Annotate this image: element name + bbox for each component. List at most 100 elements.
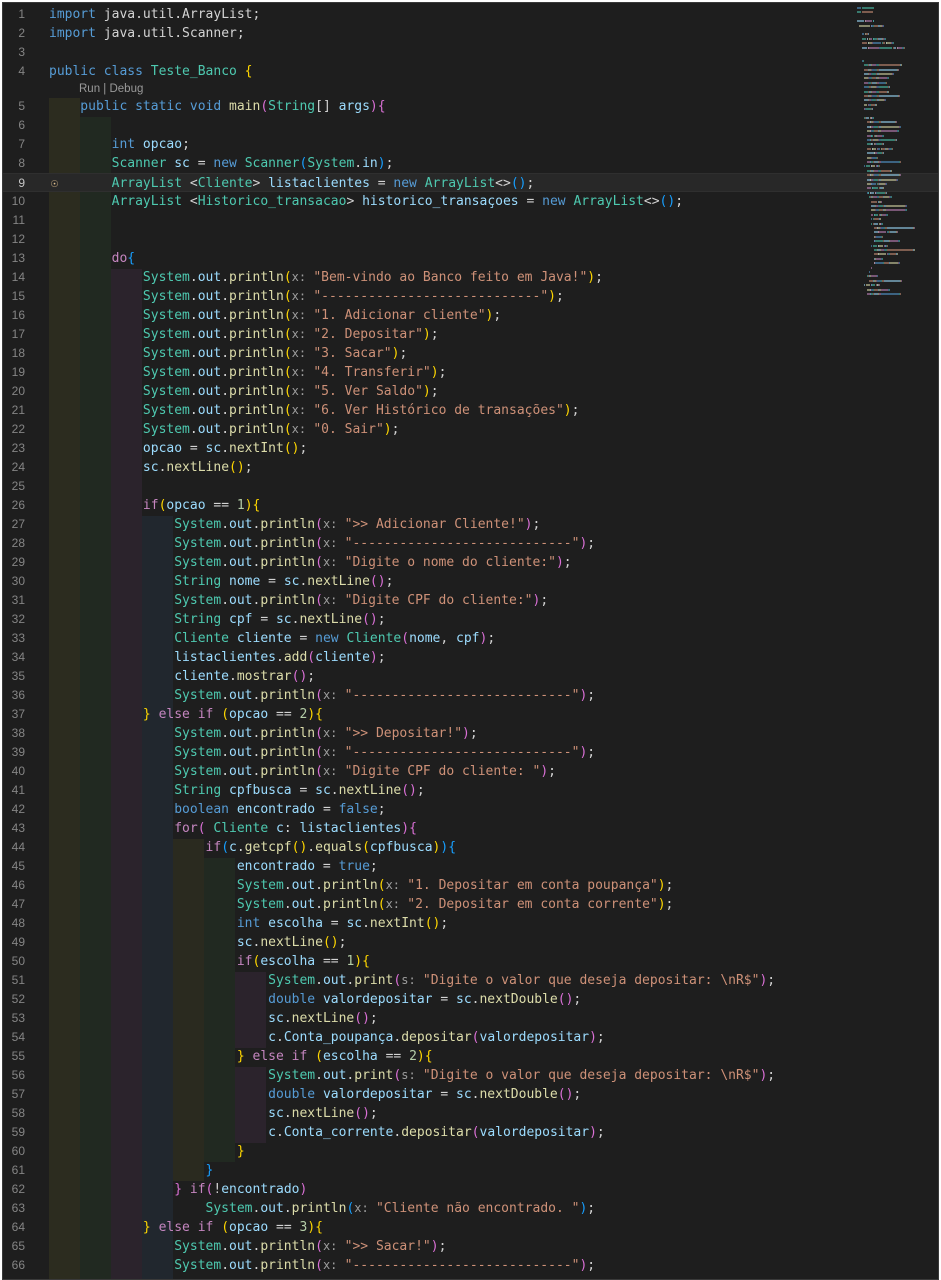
code-line[interactable]: 49 sc.nextLine(); <box>3 933 938 952</box>
code-line[interactable]: 19 System.out.println(x: "4. Transferir"… <box>3 363 938 382</box>
code-line[interactable]: 66 System.out.println(x: "--------------… <box>3 1256 938 1275</box>
code-line[interactable]: 36 System.out.println(x: "--------------… <box>3 686 938 705</box>
code-line[interactable]: 14 System.out.println(x: "Bem-vindo ao B… <box>3 268 938 287</box>
code-token: Scanner <box>49 156 167 171</box>
code-line[interactable]: 28 System.out.println(x: "--------------… <box>3 534 938 553</box>
code-line[interactable]: 59 c.Conta_corrente.depositar(valordepos… <box>3 1123 938 1142</box>
code-token: cliente <box>236 631 292 646</box>
code-line[interactable]: 42 boolean encontrado = false; <box>3 800 938 819</box>
code-line[interactable]: 10 ArrayList <Historico_transacao> histo… <box>3 192 938 211</box>
code-line[interactable]: 13 do{ <box>3 249 938 268</box>
minimap-stroke <box>863 59 864 62</box>
code-line[interactable]: 21 System.out.println(x: "6. Ver Históri… <box>3 401 938 420</box>
code-line[interactable]: 40 System.out.println(x: "Digite CPF do … <box>3 762 938 781</box>
code-token: = <box>182 441 206 456</box>
code-line[interactable]: 60 } <box>3 1142 938 1161</box>
code-line[interactable]: 34 listaclientes.add(cliente); <box>3 648 938 667</box>
code-line[interactable]: 35 cliente.mostrar(); <box>3 667 938 686</box>
code-line[interactable]: 9 ☉ ArrayList <Cliente> listaclientes = n… <box>3 173 938 192</box>
minimap-stroke <box>878 147 880 150</box>
codelens-run-debug[interactable]: Run | Debug <box>79 81 143 97</box>
code-line[interactable]: 22 System.out.println(x: "0. Sair"); <box>3 420 938 439</box>
code-line[interactable]: 46 System.out.println(x: "1. Depositar e… <box>3 876 938 895</box>
code-line[interactable]: 38 System.out.println(x: ">> Depositar!"… <box>3 724 938 743</box>
code-line[interactable]: 17 System.out.println(x: "2. Depositar")… <box>3 325 938 344</box>
code-token: ; <box>377 802 386 817</box>
code-token: ( <box>377 897 386 912</box>
line-number: 5 <box>18 99 25 113</box>
code-line[interactable]: 23 opcao = sc.nextInt(); <box>3 439 938 458</box>
code-line[interactable]: 52 double valordepositar = sc.nextDouble… <box>3 990 938 1009</box>
line-number: 8 <box>18 156 25 170</box>
code-line[interactable]: 7 int opcao; <box>3 135 938 154</box>
code-line[interactable]: 48 int escolha = sc.nextInt(); <box>3 914 938 933</box>
code-line[interactable]: 39 System.out.println(x: "--------------… <box>3 743 938 762</box>
code-line[interactable]: 2 import java.util.Scanner; <box>3 24 938 43</box>
code-line[interactable]: 62 } if(!encontrado) <box>3 1180 938 1199</box>
minimap-stroke <box>871 134 873 137</box>
code-editor[interactable]: Run | Debug 1 import java.util.ArrayList;… <box>3 3 938 1279</box>
code-token: ) <box>307 707 316 722</box>
code-line[interactable]: 25 <box>3 477 938 496</box>
code-line[interactable]: 61 } <box>3 1161 938 1180</box>
code-line[interactable]: 30 String nome = sc.nextLine(); <box>3 572 938 591</box>
code-line[interactable]: 57 double valordepositar = sc.nextDouble… <box>3 1085 938 1104</box>
code-line[interactable]: 56 System.out.print(s: "Digite o valor q… <box>3 1066 938 1085</box>
code-line[interactable]: 11 <box>3 211 938 230</box>
code-line[interactable]: 47 System.out.println(x: "2. Depositar e… <box>3 895 938 914</box>
code-token: Cliente <box>49 631 230 646</box>
code-line[interactable]: 31 System.out.println(x: "Digite CPF do … <box>3 591 938 610</box>
code-text: import java.util.Scanner; <box>49 24 245 43</box>
code-line[interactable]: 44 if(c.getcpf().equals(cpfbusca)){ <box>3 838 938 857</box>
code-line[interactable]: 58 sc.nextLine(); <box>3 1104 938 1123</box>
code-token: () <box>229 460 245 475</box>
minimap[interactable] <box>855 3 938 333</box>
code-line[interactable]: 24 sc.nextLine(); <box>3 458 938 477</box>
code-line[interactable]: 20 System.out.println(x: "5. Ver Saldo")… <box>3 382 938 401</box>
code-line[interactable]: 50 if(escolha == 1){ <box>3 952 938 971</box>
code-token: out <box>197 327 222 342</box>
code-line[interactable]: 43 for( Cliente c: listaclientes){ <box>3 819 938 838</box>
code-token: ( <box>221 707 230 722</box>
code-line[interactable]: 45 encontrado = true; <box>3 857 938 876</box>
code-token: encontrado <box>221 1182 300 1197</box>
code-line[interactable]: 3 <box>3 43 938 62</box>
code-line[interactable]: 37 } else if (opcao == 2){ <box>3 705 938 724</box>
code-line[interactable]: 33 Cliente cliente = new Cliente(nome, c… <box>3 629 938 648</box>
code-line[interactable]: 51 System.out.print(s: "Digite o valor q… <box>3 971 938 990</box>
line-number: 31 <box>11 593 25 607</box>
code-line[interactable]: 65 System.out.println(x: ">> Sacar!"); <box>3 1237 938 1256</box>
code-token: . <box>221 403 230 418</box>
code-token: println <box>260 555 316 570</box>
code-line[interactable]: 27 System.out.println(x: ">> Adicionar C… <box>3 515 938 534</box>
code-line[interactable]: 32 String cpf = sc.nextLine(); <box>3 610 938 629</box>
code-token: ) <box>657 897 666 912</box>
code-line[interactable]: 18 System.out.println(x: "3. Sacar"); <box>3 344 938 363</box>
code-token: out <box>197 308 222 323</box>
code-line[interactable]: 41 String cpfbusca = sc.nextLine(); <box>3 781 938 800</box>
code-line[interactable]: 54 c.Conta_poupança.depositar(valordepos… <box>3 1028 938 1047</box>
code-line[interactable]: 4 public class Teste_Banco { <box>3 62 938 81</box>
code-line[interactable]: 64 } else if (opcao == 3){ <box>3 1218 938 1237</box>
code-line[interactable]: 15 System.out.println(x: "--------------… <box>3 287 938 306</box>
code-line[interactable]: 53 sc.nextLine(); <box>3 1009 938 1028</box>
minimap-stroke <box>866 117 869 119</box>
line-number: 47 <box>11 897 25 911</box>
code-token: x: <box>291 422 314 436</box>
code-line[interactable]: 55 } else if (escolha == 2){ <box>3 1047 938 1066</box>
code-text: boolean encontrado = false; <box>49 800 386 819</box>
code-token: 1 <box>236 498 245 513</box>
code-line[interactable]: 12 <box>3 230 938 249</box>
code-line[interactable]: 63 System.out.println(x: "Cliente não en… <box>3 1199 938 1218</box>
code-line[interactable]: 29 System.out.println(x: "Digite o nome … <box>3 553 938 572</box>
code-line[interactable]: 16 System.out.println(x: "1. Adicionar c… <box>3 306 938 325</box>
minimap-stroke <box>894 46 896 49</box>
code-line[interactable]: 1 import java.util.ArrayList; <box>3 5 938 24</box>
minimap-stroke <box>879 244 883 247</box>
code-line[interactable]: 6 <box>3 116 938 135</box>
code-line[interactable]: 5 public static void main(String[] args)… <box>3 97 938 116</box>
code-line[interactable]: 26 if(opcao == 1){ <box>3 496 938 515</box>
code-text: public class Teste_Banco { <box>49 62 253 81</box>
code-line[interactable]: 8 Scanner sc = new Scanner(System.in); <box>3 154 938 173</box>
code-text: public static void main(String[] args){ <box>49 97 385 116</box>
